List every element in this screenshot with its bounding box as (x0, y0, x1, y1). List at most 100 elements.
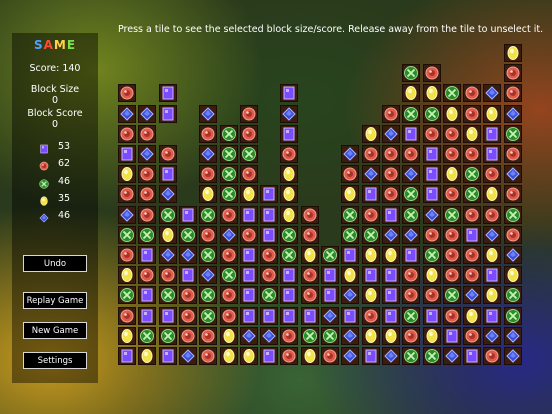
purple-square-tile[interactable] (463, 226, 481, 244)
red-circle-tile[interactable] (463, 246, 481, 264)
purple-square-tile[interactable] (402, 125, 420, 143)
red-circle-tile[interactable] (443, 145, 461, 163)
purple-square-tile[interactable] (240, 307, 258, 325)
yellow-oval-tile[interactable] (280, 185, 298, 203)
red-circle-tile[interactable] (504, 84, 522, 102)
green-x-tile[interactable] (118, 226, 136, 244)
red-circle-tile[interactable] (220, 246, 238, 264)
green-x-tile[interactable] (423, 246, 441, 264)
purple-square-tile[interactable] (179, 206, 197, 224)
purple-square-tile[interactable] (240, 206, 258, 224)
red-circle-tile[interactable] (504, 185, 522, 203)
blue-diamond-tile[interactable] (118, 206, 136, 224)
red-circle-tile[interactable] (402, 327, 420, 345)
purple-square-tile[interactable] (382, 286, 400, 304)
yellow-oval-tile[interactable] (443, 105, 461, 123)
red-circle-tile[interactable] (443, 246, 461, 264)
purple-square-tile[interactable] (321, 266, 339, 284)
green-x-tile[interactable] (199, 307, 217, 325)
yellow-oval-tile[interactable] (362, 286, 380, 304)
red-circle-tile[interactable] (118, 307, 136, 325)
red-circle-tile[interactable] (443, 307, 461, 325)
yellow-oval-tile[interactable] (341, 185, 359, 203)
blue-diamond-tile[interactable] (341, 327, 359, 345)
purple-square-tile[interactable] (260, 206, 278, 224)
blue-diamond-tile[interactable] (402, 226, 420, 244)
purple-square-tile[interactable] (280, 286, 298, 304)
purple-square-tile[interactable] (382, 266, 400, 284)
blue-diamond-tile[interactable] (159, 246, 177, 264)
yellow-oval-tile[interactable] (483, 105, 501, 123)
green-x-tile[interactable] (260, 286, 278, 304)
purple-square-tile[interactable] (423, 307, 441, 325)
red-circle-tile[interactable] (463, 266, 481, 284)
red-circle-tile[interactable] (382, 105, 400, 123)
yellow-oval-tile[interactable] (423, 327, 441, 345)
yellow-oval-tile[interactable] (301, 246, 319, 264)
green-x-tile[interactable] (199, 286, 217, 304)
red-circle-tile[interactable] (138, 165, 156, 183)
purple-square-tile[interactable] (362, 185, 380, 203)
red-circle-tile[interactable] (423, 286, 441, 304)
blue-diamond-tile[interactable] (179, 246, 197, 264)
green-x-tile[interactable] (463, 165, 481, 183)
purple-square-tile[interactable] (341, 307, 359, 325)
red-circle-tile[interactable] (463, 84, 481, 102)
red-circle-tile[interactable] (301, 266, 319, 284)
yellow-oval-tile[interactable] (138, 347, 156, 365)
yellow-oval-tile[interactable] (362, 327, 380, 345)
yellow-oval-tile[interactable] (280, 206, 298, 224)
yellow-oval-tile[interactable] (504, 44, 522, 62)
green-x-tile[interactable] (138, 226, 156, 244)
red-circle-tile[interactable] (138, 266, 156, 284)
red-circle-tile[interactable] (301, 286, 319, 304)
purple-square-tile[interactable] (159, 307, 177, 325)
yellow-oval-tile[interactable] (362, 125, 380, 143)
purple-square-tile[interactable] (138, 307, 156, 325)
purple-square-tile[interactable] (402, 246, 420, 264)
green-x-tile[interactable] (159, 206, 177, 224)
red-circle-tile[interactable] (402, 145, 420, 163)
green-x-tile[interactable] (504, 286, 522, 304)
green-x-tile[interactable] (220, 266, 238, 284)
red-circle-tile[interactable] (220, 286, 238, 304)
green-x-tile[interactable] (402, 347, 420, 365)
red-circle-tile[interactable] (220, 206, 238, 224)
red-circle-tile[interactable] (423, 226, 441, 244)
purple-square-tile[interactable] (423, 165, 441, 183)
green-x-tile[interactable] (341, 226, 359, 244)
purple-square-tile[interactable] (463, 347, 481, 365)
red-circle-tile[interactable] (118, 125, 136, 143)
green-x-tile[interactable] (504, 307, 522, 325)
red-circle-tile[interactable] (118, 84, 136, 102)
green-x-tile[interactable] (321, 327, 339, 345)
purple-square-tile[interactable] (423, 145, 441, 163)
green-x-tile[interactable] (179, 226, 197, 244)
green-x-tile[interactable] (463, 185, 481, 203)
green-x-tile[interactable] (402, 185, 420, 203)
green-x-tile[interactable] (138, 327, 156, 345)
blue-diamond-tile[interactable] (483, 226, 501, 244)
blue-diamond-tile[interactable] (483, 327, 501, 345)
purple-square-tile[interactable] (159, 165, 177, 183)
yellow-oval-tile[interactable] (118, 327, 136, 345)
yellow-oval-tile[interactable] (382, 327, 400, 345)
red-circle-tile[interactable] (260, 246, 278, 264)
red-circle-tile[interactable] (321, 347, 339, 365)
green-x-tile[interactable] (504, 125, 522, 143)
blue-diamond-tile[interactable] (341, 286, 359, 304)
red-circle-tile[interactable] (199, 125, 217, 143)
green-x-tile[interactable] (423, 347, 441, 365)
green-x-tile[interactable] (402, 206, 420, 224)
red-circle-tile[interactable] (301, 206, 319, 224)
red-circle-tile[interactable] (443, 185, 461, 203)
red-circle-tile[interactable] (179, 307, 197, 325)
red-circle-tile[interactable] (483, 206, 501, 224)
blue-diamond-tile[interactable] (199, 105, 217, 123)
red-circle-tile[interactable] (199, 226, 217, 244)
red-circle-tile[interactable] (463, 206, 481, 224)
green-x-tile[interactable] (118, 286, 136, 304)
green-x-tile[interactable] (240, 145, 258, 163)
red-circle-tile[interactable] (382, 145, 400, 163)
blue-diamond-tile[interactable] (341, 145, 359, 163)
